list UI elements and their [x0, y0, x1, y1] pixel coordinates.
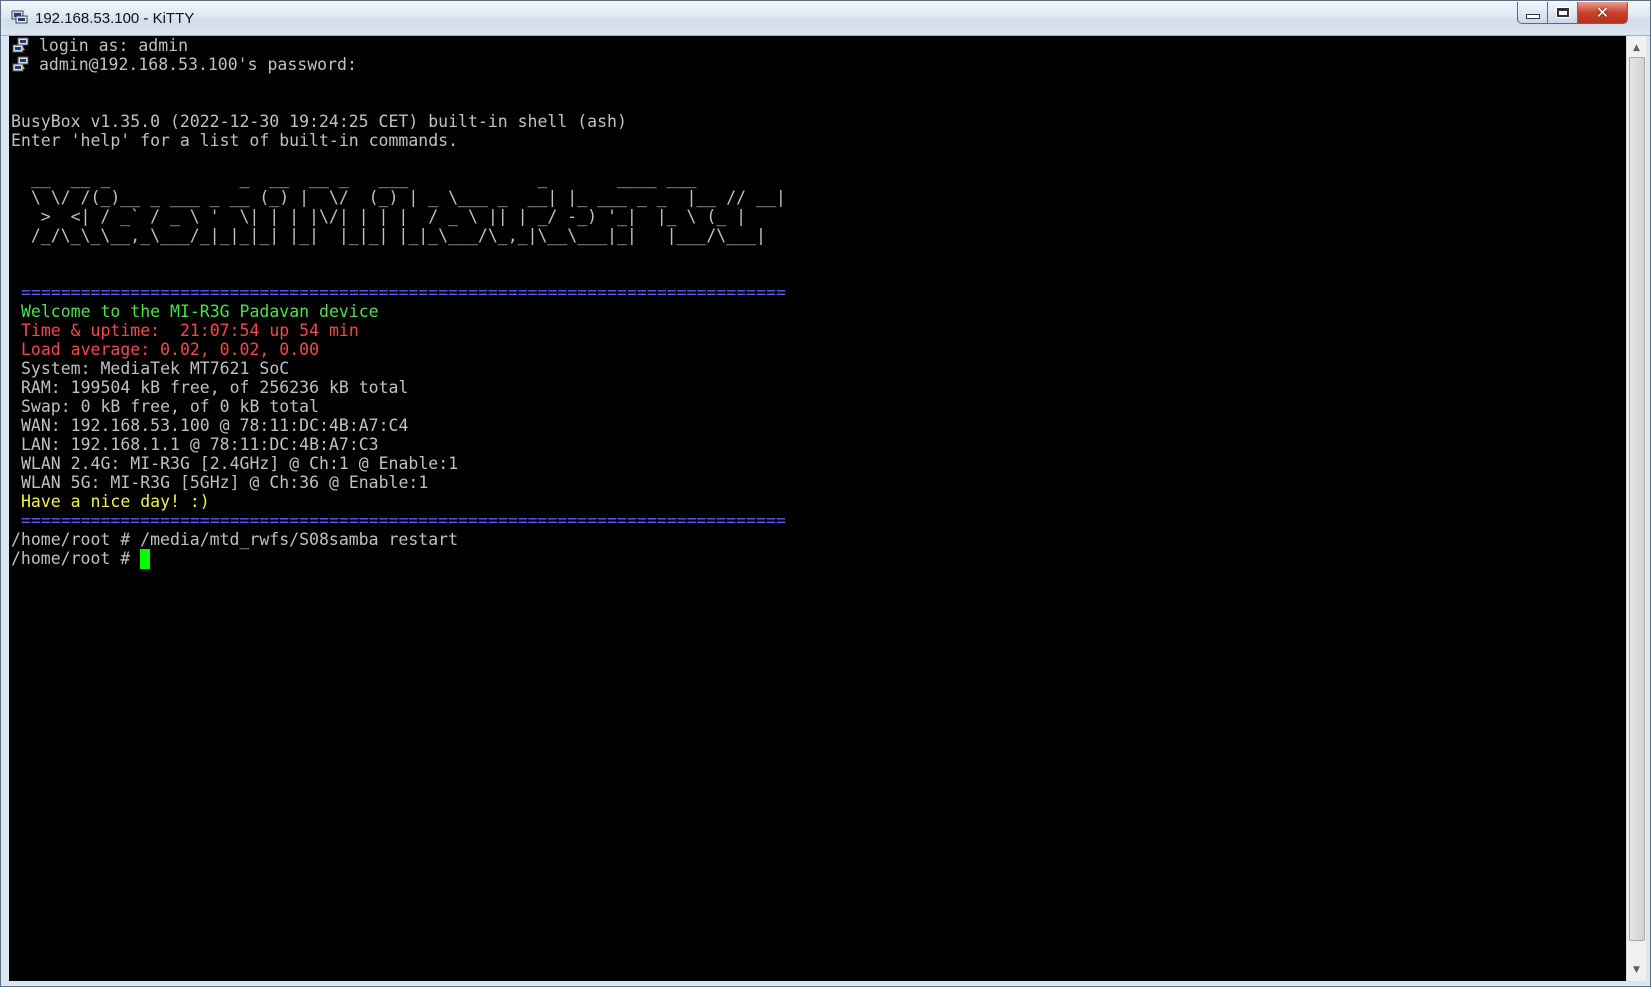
shell-prompt: /home/root # — [11, 549, 141, 568]
help-hint-line: Enter 'help' for a list of built-in comm… — [11, 131, 459, 150]
ram-line: RAM: 199504 kB free, of 256236 kB total — [21, 378, 409, 397]
kitty-window: 192.168.53.100 - KiTTY ✕ login as: admin… — [0, 0, 1651, 987]
lan-line: LAN: 192.168.1.1 @ 78:11:DC:4B:A7:C3 — [21, 435, 379, 454]
wan-line: WAN: 192.168.53.100 @ 78:11:DC:4B:A7:C4 — [21, 416, 409, 435]
ascii-art-line: /_/\_\_\__,_\___/_|_|_|_| |_| |_|_| |_|_… — [11, 226, 766, 245]
wlan-5g-line: WLAN 5G: MI-R3G [5GHz] @ Ch:36 @ Enable:… — [21, 473, 429, 492]
swap-line: Swap: 0 kB free, of 0 kB total — [21, 397, 320, 416]
welcome-line: Welcome to the MI-R3G Padavan device — [21, 302, 379, 321]
scroll-up-icon[interactable]: ▲ — [1627, 38, 1646, 57]
command-line: /home/root # /media/mtd_rwfs/S08samba re… — [11, 530, 459, 549]
maximize-button[interactable] — [1548, 2, 1578, 24]
close-button[interactable]: ✕ — [1578, 2, 1628, 24]
system-line: System: MediaTek MT7621 SoC — [21, 359, 290, 378]
vertical-scrollbar[interactable]: ▲ ▼ — [1626, 36, 1646, 981]
putty-computers-icon — [12, 37, 29, 53]
title-bar[interactable]: 192.168.53.100 - KiTTY ✕ — [1, 1, 1650, 36]
load-average-line: Load average: 0.02, 0.02, 0.00 — [21, 340, 320, 359]
terminal-screen[interactable]: login as: admin admin@192.168.53.100's p… — [9, 36, 1626, 981]
nice-day-line: Have a nice day! :) — [21, 492, 210, 511]
terminal-cursor — [140, 549, 150, 569]
busybox-version-line: BusyBox v1.35.0 (2022-12-30 19:24:25 CET… — [11, 112, 627, 131]
minimize-icon — [1525, 14, 1540, 19]
maximize-icon — [1556, 8, 1569, 17]
putty-computers-icon — [12, 56, 29, 72]
kitty-terminal-icon — [11, 10, 28, 24]
ascii-art-line: \ \/ /(_)__ _ ___ _ __ (_) | \/ (_) | _ … — [11, 188, 786, 207]
login-prompt: login as: admin — [39, 36, 189, 55]
wlan-24g-line: WLAN 2.4G: MI-R3G [2.4GHz] @ Ch:1 @ Enab… — [21, 454, 459, 473]
ascii-art-line: __ __ _ _ __ __ _ ___ _ ____ ___ — [11, 169, 697, 188]
minimize-button[interactable] — [1517, 2, 1548, 24]
uptime-line: Time & uptime: 21:07:54 up 54 min — [21, 321, 359, 340]
ascii-art-line: > <| / _` / _ \ ' \| | | |\/| | | | / _ … — [11, 207, 747, 226]
scroll-down-icon[interactable]: ▼ — [1627, 960, 1646, 979]
scrollbar-thumb[interactable] — [1629, 57, 1645, 941]
window-title: 192.168.53.100 - KiTTY — [35, 10, 195, 27]
close-icon: ✕ — [1595, 2, 1610, 22]
separator-top: ========================================… — [21, 283, 786, 302]
password-prompt: admin@192.168.53.100's password: — [39, 55, 357, 74]
separator-bottom: ========================================… — [21, 511, 786, 530]
